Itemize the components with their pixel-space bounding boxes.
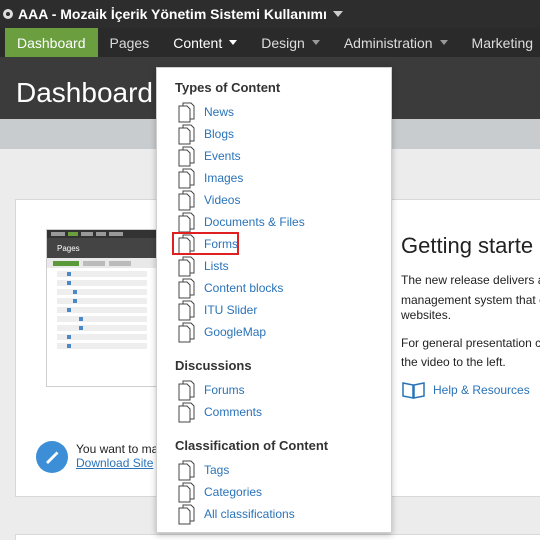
nav-content-label: Content	[173, 34, 223, 51]
document-icon	[178, 402, 195, 423]
menu-item-label: GoogleMap	[204, 325, 267, 339]
nav-marketing[interactable]: Marketing	[460, 28, 540, 57]
download-site-link[interactable]: Download Site	[76, 456, 153, 470]
thumb-row	[57, 334, 147, 340]
thumb-row	[57, 325, 147, 331]
document-icon	[178, 124, 195, 145]
thumb-row	[57, 307, 147, 313]
menu-item-label: News	[204, 105, 235, 119]
pen-icon	[36, 441, 68, 473]
menu-item-label: Documents & Files	[204, 215, 305, 229]
help-resources-label: Help & Resources	[433, 383, 530, 397]
document-icon	[178, 504, 195, 525]
section-types-of-content: Types of Content	[175, 80, 281, 95]
document-icon	[178, 278, 195, 299]
site-menu-chevron-icon[interactable]	[332, 11, 343, 17]
document-icon	[178, 212, 195, 233]
menu-item-label: Blogs	[204, 127, 235, 141]
menu-item-news[interactable]: News	[175, 101, 234, 123]
menu-item-itu-slider[interactable]: ITU Slider	[175, 299, 257, 321]
main-nav: Dashboard Pages Content Design Administr…	[0, 28, 540, 57]
chevron-down-icon	[229, 40, 238, 45]
nav-content[interactable]: Content	[161, 28, 249, 57]
thumb-row	[57, 271, 147, 277]
section-classification: Classification of Content	[175, 438, 329, 453]
nav-pages-label: Pages	[109, 34, 150, 51]
nav-dashboard-label: Dashboard	[17, 34, 86, 51]
thumb-nav	[47, 230, 157, 238]
nav-pages[interactable]: Pages	[98, 28, 162, 57]
title-bar: AAA - Mozaik İçerik Yönetim Sistemi Kull…	[0, 0, 540, 28]
page-title: Dashboard	[16, 77, 153, 108]
menu-item-label: ITU Slider	[204, 303, 258, 317]
document-icon	[178, 300, 195, 321]
thumb-row	[57, 298, 147, 304]
chevron-down-icon	[439, 40, 448, 45]
menu-item-label: Images	[204, 171, 244, 185]
document-icon	[178, 168, 195, 189]
menu-item-label: Tags	[204, 463, 230, 477]
thumb-toolbar	[47, 258, 157, 268]
menu-item-content-blocks[interactable]: Content blocks	[175, 277, 283, 299]
getting-started-heading: Getting starte	[401, 233, 534, 258]
nav-administration[interactable]: Administration	[332, 28, 460, 57]
nav-marketing-label: Marketing	[471, 34, 534, 51]
menu-item-all-classifications[interactable]: All classifications	[175, 503, 295, 525]
document-icon	[178, 190, 195, 211]
menu-item-documents-files[interactable]: Documents & Files	[175, 211, 305, 233]
menu-item-label: Categories	[204, 485, 263, 499]
menu-item-images[interactable]: Images	[175, 167, 243, 189]
menu-item-googlemap[interactable]: GoogleMap	[175, 321, 266, 343]
thumb-header: Pages	[47, 238, 157, 258]
thumb-row	[57, 316, 147, 322]
intro-line: The new release delivers a	[401, 273, 540, 287]
gear-icon[interactable]	[1, 7, 15, 21]
menu-item-videos[interactable]: Videos	[175, 189, 240, 211]
help-resources-link[interactable]: Help & Resources	[401, 380, 530, 400]
lower-panel	[15, 534, 540, 540]
nav-design[interactable]: Design	[249, 28, 332, 57]
menu-item-tags[interactable]: Tags	[175, 459, 229, 481]
menu-item-forums[interactable]: Forums	[175, 379, 245, 401]
want-text: You want to ma	[76, 442, 159, 456]
document-icon	[178, 256, 195, 277]
document-icon	[178, 482, 195, 503]
menu-item-label: Content blocks	[204, 281, 284, 295]
forms-highlight-box	[172, 232, 239, 255]
document-icon	[178, 146, 195, 167]
menu-item-label: Forums	[204, 383, 245, 397]
video-thumbnail[interactable]: Pages	[46, 229, 158, 387]
menu-item-events[interactable]: Events	[175, 145, 241, 167]
thumb-row	[57, 289, 147, 295]
book-icon	[402, 382, 425, 399]
thumb-row	[57, 343, 147, 349]
presentation-line: the video to the left.	[401, 355, 506, 369]
document-icon	[178, 322, 195, 343]
nav-design-label: Design	[261, 34, 305, 51]
thumb-row	[57, 280, 147, 286]
menu-item-label: Comments	[204, 405, 263, 419]
presentation-line: For general presentation c	[401, 336, 540, 350]
document-icon	[178, 380, 195, 401]
menu-item-blogs[interactable]: Blogs	[175, 123, 234, 145]
content-dropdown-menu: Types of Content News Blogs Events Image…	[156, 67, 392, 533]
intro-line: websites.	[401, 308, 452, 322]
menu-item-label: Events	[204, 149, 241, 163]
chevron-down-icon	[311, 40, 320, 45]
menu-item-categories[interactable]: Categories	[175, 481, 262, 503]
nav-administration-label: Administration	[343, 34, 433, 51]
menu-item-label: Videos	[204, 193, 241, 207]
nav-dashboard[interactable]: Dashboard	[5, 28, 98, 57]
menu-item-lists[interactable]: Lists	[175, 255, 229, 277]
menu-item-comments[interactable]: Comments	[175, 401, 262, 423]
document-icon	[178, 460, 195, 481]
document-icon	[178, 102, 195, 123]
menu-item-label: All classifications	[204, 507, 295, 521]
site-title[interactable]: AAA - Mozaik İçerik Yönetim Sistemi Kull…	[18, 6, 327, 22]
menu-item-label: Lists	[204, 259, 229, 273]
section-discussions: Discussions	[175, 358, 252, 373]
